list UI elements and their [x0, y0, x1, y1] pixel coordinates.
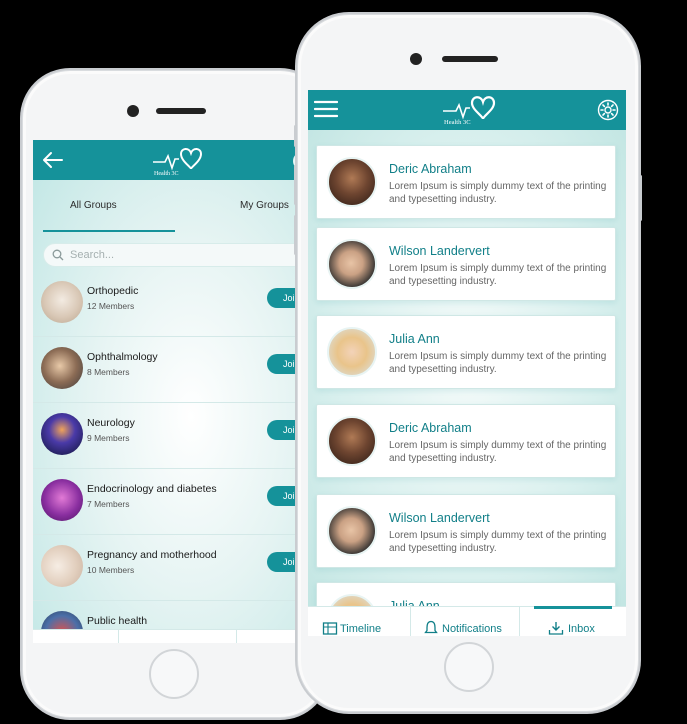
- sender-name: Deric Abraham: [389, 162, 472, 176]
- left-phone-frame: Health 3C All Groups My Groups Orthopedi…: [22, 70, 328, 718]
- avatar: [327, 239, 377, 289]
- health-logo: Health 3C: [443, 96, 496, 126]
- groups-header: Health 3C: [33, 140, 321, 180]
- group-row[interactable]: Orthopedic 12 Members Join: [33, 271, 321, 337]
- sender-name: Wilson Landervert: [389, 511, 490, 525]
- neurology-avatar: [41, 413, 83, 455]
- sender-name: Wilson Landervert: [389, 244, 490, 258]
- message-card[interactable]: Julia Ann Lorem Ipsum is simply dummy te…: [316, 315, 616, 389]
- hamburger-menu-icon[interactable]: [314, 100, 338, 118]
- orthopedic-avatar: [41, 281, 83, 323]
- message-card[interactable]: Wilson Landervert Lorem Ipsum is simply …: [316, 227, 616, 301]
- left-bottom-nav: [33, 629, 321, 643]
- group-row[interactable]: Pregnancy and motherhood 10 Members Join: [33, 535, 321, 601]
- ophthalmology-avatar: [41, 347, 83, 389]
- right-screen: Health 3C Deric Abraham Lorem Ipsum is s…: [308, 90, 626, 636]
- nav-label-inbox: Inbox: [568, 623, 595, 635]
- message-card[interactable]: Deric Abraham Lorem Ipsum is simply dumm…: [316, 404, 616, 478]
- nav-tab-timeline[interactable]: Timeline: [308, 607, 410, 636]
- group-row[interactable]: Neurology 9 Members Join: [33, 403, 321, 469]
- avatar: [327, 157, 377, 207]
- search-icon: [52, 249, 64, 261]
- endocrinology-avatar: [41, 479, 83, 521]
- nav-tab-timeline[interactable]: [33, 630, 119, 643]
- front-camera: [410, 53, 422, 65]
- group-name: Endocrinology and diabetes: [87, 483, 217, 495]
- gear-icon[interactable]: [597, 99, 619, 121]
- search-bar: [43, 243, 309, 267]
- nav-tab-notifications[interactable]: Notifications: [411, 607, 519, 636]
- group-name: Public health: [87, 615, 148, 627]
- search-input[interactable]: [70, 244, 300, 266]
- group-row[interactable]: Endocrinology and diabetes 7 Members Joi…: [33, 469, 321, 535]
- inbox-icon: [548, 622, 564, 635]
- pregnancy-avatar: [41, 545, 83, 587]
- sender-name: Julia Ann: [389, 332, 440, 346]
- group-name: Pregnancy and motherhood: [87, 549, 217, 561]
- message-card[interactable]: Deric Abraham Lorem Ipsum is simply dumm…: [316, 145, 616, 219]
- group-tabs: All Groups My Groups: [33, 180, 321, 232]
- avatar: [327, 416, 377, 466]
- nav-tab-notifications[interactable]: [119, 630, 237, 643]
- message-preview: Lorem Ipsum is simply dummy text of the …: [389, 351, 607, 375]
- health-logo: Health 3C: [153, 148, 203, 177]
- mute-switch: [294, 125, 297, 147]
- power-button: [639, 175, 642, 221]
- group-members: 10 Members: [87, 565, 135, 575]
- tab-my-groups[interactable]: My Groups: [240, 200, 289, 211]
- avatar: [327, 506, 377, 556]
- tab-all-groups[interactable]: All Groups: [70, 200, 117, 211]
- message-card[interactable]: Wilson Landervert Lorem Ipsum is simply …: [316, 494, 616, 568]
- left-screen: Health 3C All Groups My Groups Orthopedi…: [33, 140, 321, 643]
- bottom-nav: Timeline Notifications Inbox: [308, 606, 626, 636]
- message-preview: Lorem Ipsum is simply dummy text of the …: [389, 263, 607, 287]
- nav-label-notifications: Notifications: [442, 623, 502, 635]
- earpiece-speaker: [156, 108, 206, 114]
- active-tab-indicator: [43, 230, 175, 232]
- nav-tab-inbox[interactable]: Inbox: [520, 607, 626, 636]
- bell-icon: [424, 620, 438, 634]
- group-members: 8 Members: [87, 367, 130, 377]
- message-preview: Lorem Ipsum is simply dummy text of the …: [389, 530, 607, 554]
- group-row[interactable]: Ophthalmology 8 Members Join: [33, 337, 321, 403]
- back-arrow-icon[interactable]: [41, 149, 65, 171]
- nav-label-timeline: Timeline: [340, 623, 382, 635]
- inbox-header: Health 3C: [308, 90, 626, 130]
- volume-down-button: [294, 215, 297, 255]
- avatar: [327, 327, 377, 377]
- home-button[interactable]: [149, 649, 199, 699]
- home-button[interactable]: [444, 642, 494, 692]
- group-name: Orthopedic: [87, 285, 139, 297]
- earpiece-speaker: [442, 56, 498, 62]
- timeline-icon: [322, 622, 338, 635]
- logo-text: Health 3C: [444, 119, 471, 126]
- message-preview: Lorem Ipsum is simply dummy text of the …: [389, 181, 607, 205]
- group-members: 9 Members: [87, 433, 130, 443]
- front-camera: [127, 105, 139, 117]
- group-name: Ophthalmology: [87, 351, 158, 363]
- group-members: 7 Members: [87, 499, 130, 509]
- group-members: 12 Members: [87, 301, 135, 311]
- logo-text: Health 3C: [154, 171, 179, 177]
- group-name: Neurology: [87, 417, 135, 429]
- volume-up-button: [294, 165, 297, 205]
- right-phone-frame: Health 3C Deric Abraham Lorem Ipsum is s…: [294, 14, 642, 712]
- message-preview: Lorem Ipsum is simply dummy text of the …: [389, 440, 607, 464]
- sender-name: Deric Abraham: [389, 421, 472, 435]
